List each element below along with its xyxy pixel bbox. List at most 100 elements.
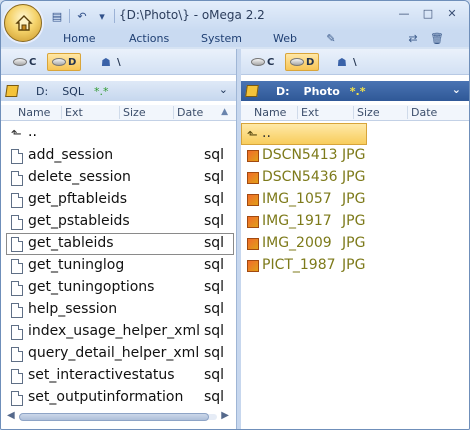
close-icon[interactable]: ✕ xyxy=(441,5,463,21)
file-icon xyxy=(11,303,23,318)
toolbar-divider xyxy=(114,9,115,23)
file-name: get_pstableids xyxy=(28,213,130,229)
window-title: {D:\Photo\} - oMega 2.2 xyxy=(119,8,265,22)
right-drive-bar: C D ☗ \ xyxy=(241,49,469,75)
file-ext: sql xyxy=(204,147,225,163)
tab-system[interactable]: System xyxy=(201,32,242,45)
image-file-row[interactable]: IMG_1057 JPG xyxy=(241,189,469,211)
list-icon[interactable]: ▤ xyxy=(49,8,65,24)
scroll-thumb[interactable] xyxy=(19,413,209,421)
column-name[interactable]: Name xyxy=(15,106,50,119)
left-column-header: Name Ext Size Date ▲ xyxy=(1,105,236,121)
file-row[interactable]: query_detail_helper_xml sql xyxy=(1,343,236,365)
file-row[interactable]: delete_session sql xyxy=(1,167,236,189)
tab-actions[interactable]: Actions xyxy=(129,32,169,45)
trash-icon[interactable]: 🗑 xyxy=(429,31,445,45)
column-ext[interactable]: Ext xyxy=(297,106,319,119)
file-row[interactable]: get_pstableids sql xyxy=(1,211,236,233)
image-file-row[interactable]: PICT_1987 JPG xyxy=(241,255,469,277)
file-icon xyxy=(11,281,23,296)
column-date[interactable]: Date xyxy=(407,106,437,119)
disk-icon xyxy=(251,58,265,66)
sync-icon[interactable]: ⇄ xyxy=(405,31,421,45)
left-path-bar[interactable]: D: SQL *.* ⌄ xyxy=(1,81,236,101)
updir-row-selected[interactable]: ⬑ .. xyxy=(241,123,367,145)
image-file-row[interactable]: IMG_1917 JPG xyxy=(241,211,469,233)
file-row[interactable]: get_pftableids sql xyxy=(1,189,236,211)
up-folder-icon: ⬑ xyxy=(11,127,22,142)
chevron-down-icon[interactable]: ⌄ xyxy=(219,83,228,96)
file-row[interactable]: index_usage_helper_xml sql xyxy=(1,321,236,343)
updir-label: .. xyxy=(262,125,271,141)
edit-path-icon[interactable] xyxy=(5,85,19,97)
file-name: help_session xyxy=(28,301,118,317)
file-name: get_tuningoptions xyxy=(28,279,155,295)
path-folder: SQL xyxy=(62,84,84,98)
left-drive-d[interactable]: D xyxy=(47,53,82,71)
scroll-left-icon[interactable]: ◀ xyxy=(7,410,15,421)
column-size[interactable]: Size xyxy=(119,106,146,119)
title-app-name: oMega 2.2 xyxy=(201,8,265,22)
right-drive-c[interactable]: C xyxy=(247,53,278,71)
app-window: ▤ ↶ ▾ {D:\Photo\} - oMega 2.2 — □ ✕ Home… xyxy=(0,0,470,430)
undo-icon[interactable]: ↶ xyxy=(74,8,90,24)
title-separator: - xyxy=(189,8,202,22)
path-mask: *.* xyxy=(349,84,366,98)
image-file-row[interactable]: DSCN5413 JPG xyxy=(241,145,469,167)
file-row[interactable]: add_session sql xyxy=(1,145,236,167)
left-drive-network[interactable]: ☗ \ xyxy=(97,53,125,71)
home-icon xyxy=(15,15,33,31)
customize-dropdown-icon[interactable]: ▾ xyxy=(94,8,110,24)
column-date[interactable]: Date xyxy=(173,106,203,119)
file-name: DSCN5413 xyxy=(262,147,338,163)
file-name: add_session xyxy=(28,147,114,163)
file-icon xyxy=(11,325,23,340)
drive-label: C xyxy=(29,56,37,68)
file-name: IMG_2009 xyxy=(262,235,332,251)
file-row-focused[interactable]: get_tableids sql xyxy=(6,233,234,255)
left-drive-c[interactable]: C xyxy=(9,53,40,71)
edit-path-icon[interactable] xyxy=(245,85,259,97)
file-row[interactable]: set_interactivestatus sql xyxy=(1,365,236,387)
file-ext: sql xyxy=(204,169,225,185)
scroll-right-icon[interactable]: ▶ xyxy=(221,410,229,421)
file-icon xyxy=(11,171,23,186)
file-row[interactable]: get_tuninglog sql xyxy=(1,255,236,277)
chevron-down-icon[interactable]: ⌄ xyxy=(452,83,461,96)
file-row[interactable]: help_session sql xyxy=(1,299,236,321)
right-drive-d[interactable]: D xyxy=(285,53,320,71)
file-ext: JPG xyxy=(342,147,366,163)
tab-web[interactable]: Web xyxy=(273,32,297,45)
minimize-icon[interactable]: — xyxy=(393,5,415,21)
file-row[interactable]: get_tuningoptions sql xyxy=(1,277,236,299)
ribbon-tab-bar: Home Actions System Web ✎ ⇄ 🗑 xyxy=(1,31,469,47)
note-icon[interactable]: ✎ xyxy=(323,31,339,45)
updir-label: .. xyxy=(28,124,37,140)
column-name[interactable]: Name xyxy=(251,106,286,119)
right-path-bar[interactable]: D: Photo *.* ⌄ xyxy=(241,81,469,101)
image-file-row[interactable]: DSCN5436 JPG xyxy=(241,167,469,189)
image-file-row[interactable]: IMG_2009 JPG xyxy=(241,233,469,255)
left-horizontal-scrollbar[interactable]: ◀ ▶ xyxy=(5,409,231,423)
column-size[interactable]: Size xyxy=(353,106,380,119)
image-file-icon xyxy=(247,260,259,272)
column-ext[interactable]: Ext xyxy=(61,106,83,119)
image-file-icon xyxy=(247,216,259,228)
right-drive-network[interactable]: ☗ \ xyxy=(333,53,361,71)
file-ext: JPG xyxy=(342,213,366,229)
app-menu-button[interactable] xyxy=(4,4,42,42)
quick-access-toolbar: ▤ ↶ ▾ xyxy=(49,7,115,25)
file-row[interactable]: set_outputinformation sql xyxy=(1,387,236,409)
image-file-icon xyxy=(247,194,259,206)
path-drive: D: xyxy=(36,84,49,98)
file-name: get_pftableids xyxy=(28,191,128,207)
right-file-pane: C D ☗ \ D: Photo *.* ⌄ Name Ext Size Dat… xyxy=(241,49,469,429)
maximize-icon[interactable]: □ xyxy=(417,5,439,21)
file-name: set_outputinformation xyxy=(28,389,184,405)
file-icon xyxy=(11,149,23,164)
ribbon-right-icons: ⇄ 🗑 xyxy=(405,31,445,45)
file-name: PICT_1987 xyxy=(262,257,336,273)
updir-row[interactable]: ⬑ .. xyxy=(1,123,236,145)
tab-home[interactable]: Home xyxy=(63,32,95,45)
file-name: DSCN5436 xyxy=(262,169,338,185)
